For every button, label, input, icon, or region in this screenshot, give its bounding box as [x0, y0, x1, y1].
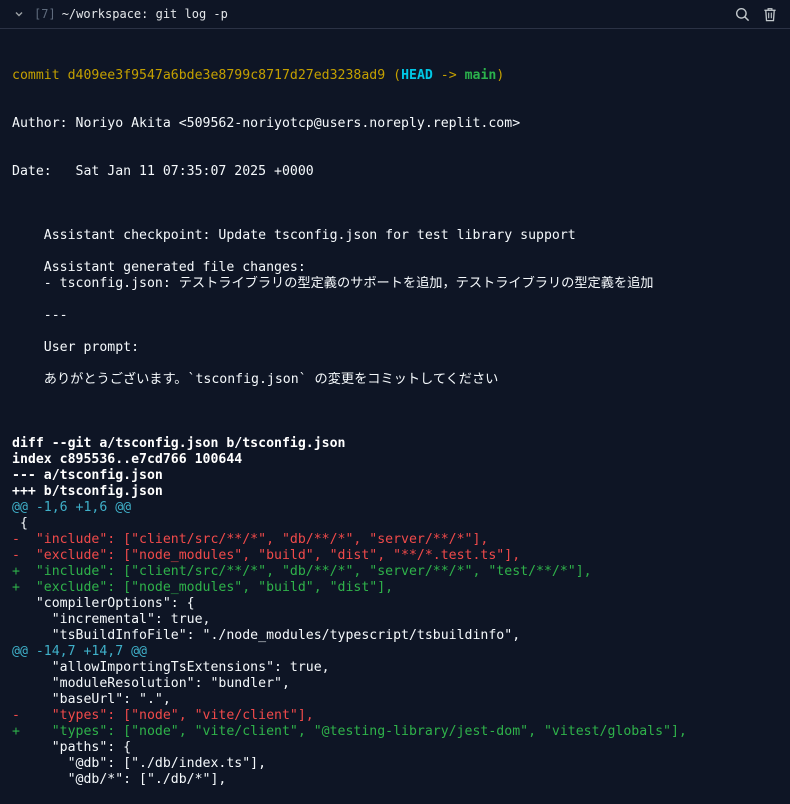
branch-ref: main	[464, 68, 497, 83]
diff-added-line: + "types": ["node", "vite/client", "@tes…	[12, 724, 687, 739]
message-line: User prompt:	[12, 340, 140, 355]
date-line: Date: Sat Jan 11 07:35:07 2025 +0000	[12, 164, 314, 179]
message-line: - tsconfig.json: テストライブラリの型定義のサポートを追加，テス…	[12, 276, 654, 291]
diff-context-line: "baseUrl": ".",	[12, 692, 171, 707]
commit-label: commit	[12, 68, 68, 83]
message-line	[12, 388, 782, 404]
message-line: ありがとうございます。`tsconfig.json` の変更をコミットしてくださ…	[12, 372, 499, 387]
diff-deleted-line: - "include": ["client/src/**/*", "db/**/…	[12, 532, 489, 547]
diff-added-line: + "include": ["client/src/**/*", "db/**/…	[12, 564, 592, 579]
diff-context-line: "tsBuildInfoFile": "./node_modules/types…	[12, 628, 521, 643]
diff-context-line: "incremental": true,	[12, 612, 211, 627]
message-line: ---	[12, 308, 68, 323]
terminal-header: [7] ~/workspace: git log -p	[0, 0, 790, 29]
diff-header-line: index c895536..e7cd766 100644	[12, 452, 243, 467]
message-line: Assistant generated file changes:	[12, 260, 306, 275]
message-line	[12, 292, 782, 308]
diff-added-line: + "exclude": ["node_modules", "build", "…	[12, 580, 394, 595]
chevron-down-icon[interactable]	[14, 9, 24, 19]
diff-context-line: "compilerOptions": {	[12, 596, 195, 611]
terminal-output[interactable]: commit d409ee3f9547a6bde3e8799c8717d27ed…	[12, 36, 782, 804]
ref-arrow: ->	[432, 68, 465, 83]
diff-output: diff --git a/tsconfig.json b/tsconfig.js…	[12, 436, 782, 788]
hunk-header: @@ -14,7 +14,7 @@	[12, 644, 147, 659]
message-line: Assistant checkpoint: Update tsconfig.js…	[12, 228, 576, 243]
hunk-header: @@ -1,6 +1,6 @@	[12, 500, 132, 515]
diff-deleted-line: - "types": ["node", "vite/client"],	[12, 708, 314, 723]
diff-context-line: "@db/*": ["./db/*"],	[12, 772, 227, 787]
diff-context-line: {	[12, 516, 28, 531]
diff-context-line: "allowImportingTsExtensions": true,	[12, 660, 330, 675]
trash-icon[interactable]	[762, 6, 778, 22]
search-icon[interactable]	[734, 6, 750, 22]
diff-context-line: "paths": {	[12, 740, 132, 755]
message-line	[12, 356, 782, 372]
diff-header-line: diff --git a/tsconfig.json b/tsconfig.js…	[12, 436, 346, 451]
diff-deleted-line: - "exclude": ["node_modules", "build", "…	[12, 548, 521, 563]
terminal-title: ~/workspace: git log -p	[61, 7, 228, 21]
commit-line: commit d409ee3f9547a6bde3e8799c8717d27ed…	[12, 68, 782, 84]
diff-header-line: +++ b/tsconfig.json	[12, 484, 163, 499]
ref-open: (	[385, 68, 402, 83]
author-line: Author: Noriyo Akita <509562-noriyotcp@u…	[12, 116, 521, 131]
message-line	[12, 324, 782, 340]
message-line	[12, 244, 782, 260]
commit-hash: d409ee3f9547a6bde3e8799c8717d27ed3238ad9	[67, 68, 386, 83]
diff-context-line: "moduleResolution": "bundler",	[12, 676, 290, 691]
commit-message: Assistant checkpoint: Update tsconfig.js…	[12, 212, 782, 404]
head-ref: HEAD	[401, 68, 433, 83]
message-line	[12, 212, 782, 228]
diff-context-line: "@db": ["./db/index.ts"],	[12, 756, 267, 771]
ref-close: )	[496, 68, 505, 83]
tab-number: [7]	[34, 7, 56, 21]
diff-header-line: --- a/tsconfig.json	[12, 468, 163, 483]
